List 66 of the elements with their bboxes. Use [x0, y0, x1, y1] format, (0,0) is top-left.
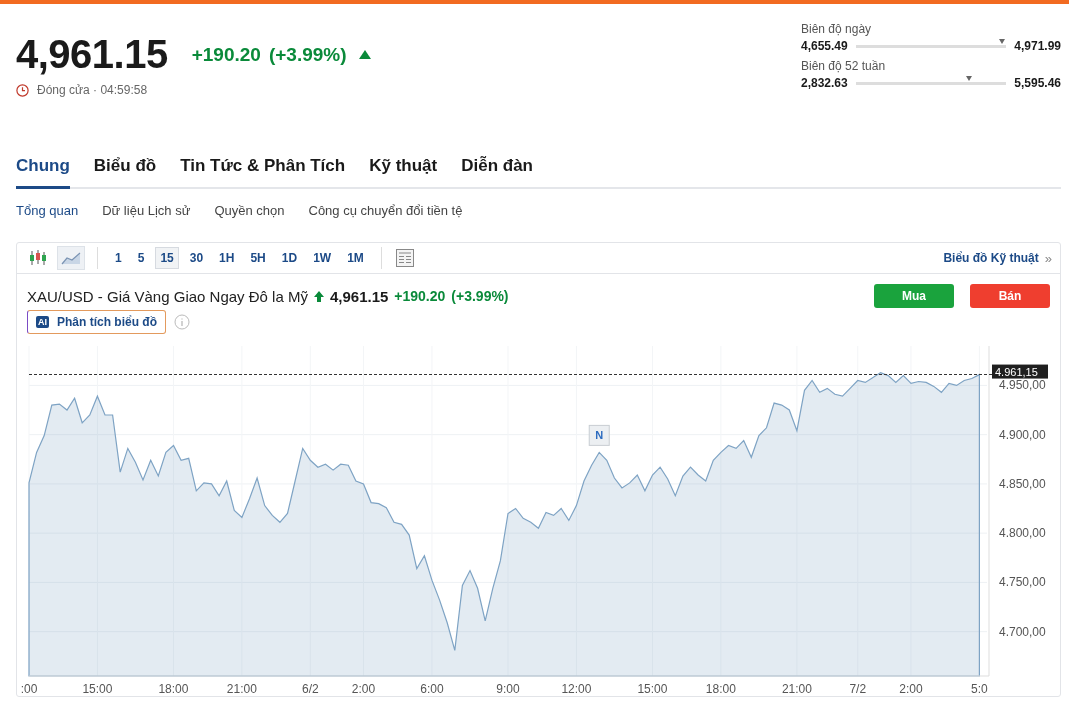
- x-axis-label: 6:00: [420, 682, 444, 696]
- instrument-name: XAU/USD - Giá Vàng Giao Ngay Đô la Mỹ: [27, 287, 308, 305]
- triangle-icon: [358, 50, 371, 59]
- nav-tab[interactable]: Kỹ thuật: [369, 148, 438, 189]
- last-price: 4,961.15: [16, 32, 168, 77]
- y-axis-label: 4.850,00: [999, 476, 1046, 491]
- interval-button[interactable]: 1D: [276, 247, 303, 269]
- annotation: N: [595, 429, 604, 442]
- arrow-icon: [313, 290, 324, 302]
- chart-analysis-button[interactable]: AI Phân tích biểu đồ: [27, 310, 166, 334]
- double-chevron: »: [1044, 250, 1052, 266]
- technical-chart-link[interactable]: Biểu đồ Kỹ thuật: [943, 251, 1039, 265]
- x-axis-label: 9:00: [496, 682, 520, 696]
- area-chart-icon[interactable]: [57, 246, 85, 270]
- price-change: +190.20: [191, 43, 261, 66]
- sub-tab[interactable]: Dữ liệu Lịch sử: [102, 203, 191, 218]
- nav-tab[interactable]: Chung: [16, 148, 70, 189]
- range-label: Biên độ ngày: [801, 22, 873, 36]
- nav-tab[interactable]: Diễn đàn: [461, 148, 533, 189]
- sell-button[interactable]: Bán: [970, 284, 1050, 308]
- x-axis-label: 15:00: [82, 682, 113, 696]
- x-axis-label: 2:00: [351, 682, 376, 696]
- x-axis-label: :00: [20, 682, 38, 696]
- range-high: 4,971.99: [1014, 39, 1061, 53]
- x-axis-label: 5:0: [971, 682, 988, 696]
- clock-icon: [16, 83, 29, 97]
- y-axis-label: 4.750,00: [999, 575, 1046, 590]
- x-axis-label: 12:00: [561, 682, 592, 696]
- x-axis-label: 6/2: [301, 682, 319, 696]
- price-change-percent: (+3.99%): [268, 43, 347, 66]
- y-axis-label: 4.950,00: [999, 378, 1046, 393]
- interval-button[interactable]: 1H: [214, 247, 240, 269]
- x-axis-label: 2:00: [899, 682, 923, 696]
- x-axis-label: 7/2: [849, 682, 867, 696]
- interval-button[interactable]: 1M: [342, 247, 369, 269]
- y-axis-label: 4.700,00: [999, 624, 1046, 639]
- y-axis-label: 4.900,00: [999, 427, 1046, 442]
- interval-button[interactable]: 15: [155, 247, 179, 269]
- market-status: Đóng cửa · 04:59:58: [37, 83, 148, 97]
- nav-tab[interactable]: Biểu đồ: [93, 148, 157, 189]
- x-axis-label: 21:00: [226, 682, 257, 696]
- instrument-change: +190.20: [394, 288, 446, 304]
- instrument-change-percent: (+3.99%): [451, 288, 509, 304]
- price-tag: 4.961,15: [992, 364, 1048, 379]
- range-low: 4,655.49: [801, 39, 848, 53]
- x-axis-label: 21:00: [781, 682, 812, 696]
- instrument-price: 4,961.15: [329, 287, 389, 305]
- sub-tab[interactable]: Quyền chọn: [214, 203, 285, 218]
- range-label: Biên độ 52 tuần: [801, 59, 887, 73]
- sub-tab[interactable]: Tổng quan: [16, 203, 79, 218]
- range-high: 5,595.46: [1014, 76, 1061, 90]
- news-marker[interactable]: N: [588, 424, 610, 446]
- nav-tab[interactable]: Tin Tức & Phân Tích: [180, 148, 346, 189]
- range-low: 2,832.63: [801, 76, 848, 90]
- interval-button[interactable]: 1W: [308, 247, 337, 269]
- y-axis-label: 4.800,00: [999, 526, 1046, 541]
- sub-tab[interactable]: Công cụ chuyển đổi tiền tệ: [308, 203, 463, 218]
- x-axis-label: 15:00: [637, 682, 668, 696]
- ai-badge: AI: [36, 316, 49, 328]
- x-axis-label: 18:00: [158, 682, 189, 696]
- interval-button[interactable]: 1: [110, 247, 127, 269]
- x-axis-label: 18:00: [705, 682, 736, 696]
- layout-icon[interactable]: [393, 247, 416, 269]
- interval-button[interactable]: 5H: [245, 247, 271, 269]
- interval-button[interactable]: 30: [184, 247, 209, 269]
- interval-button[interactable]: 5: [132, 247, 150, 269]
